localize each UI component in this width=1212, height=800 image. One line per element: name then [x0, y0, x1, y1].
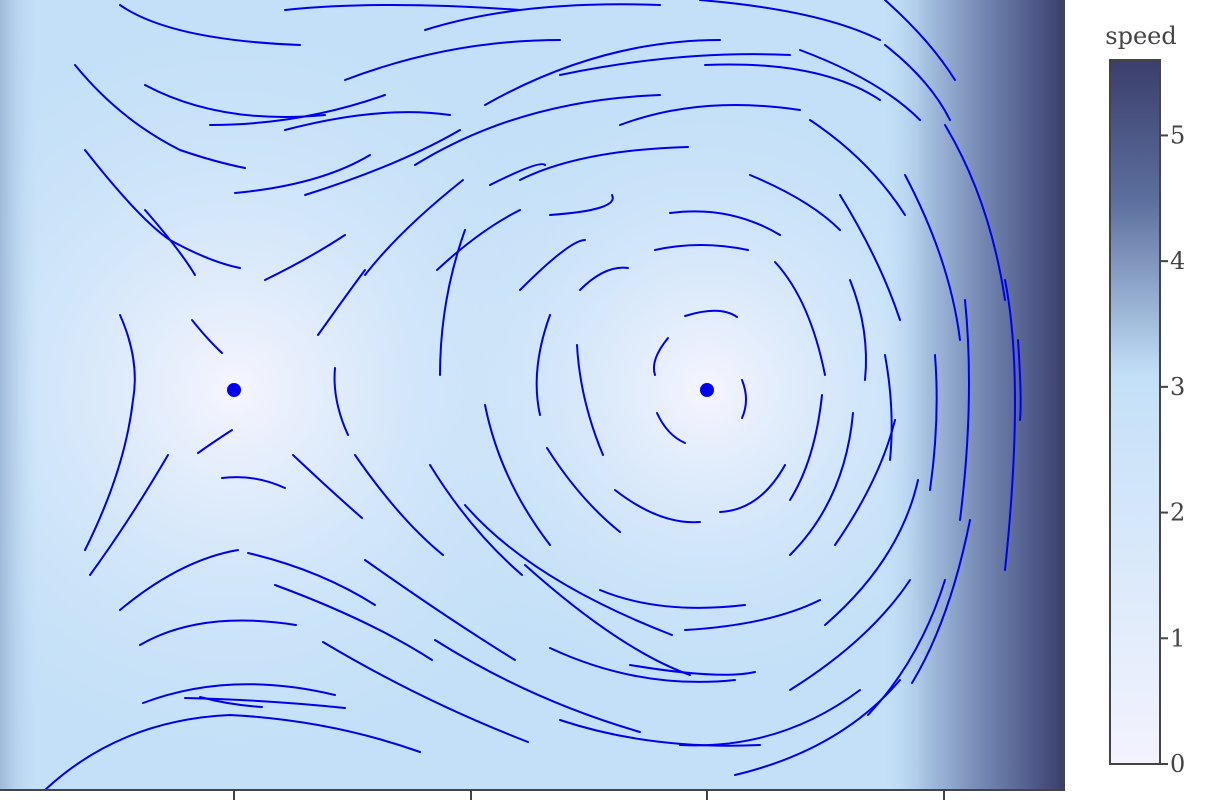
colorbar-title: speed [1105, 22, 1176, 50]
colorbar-tick-label: 0 [1170, 750, 1185, 778]
streamplot-chart: speed 0 1 2 3 4 5 [0, 0, 1185, 800]
colorbar-tick-label: 1 [1170, 624, 1185, 652]
colorbar-ticks: 0 1 2 3 4 5 [1160, 121, 1185, 778]
colorbar: speed 0 1 2 3 4 5 [1105, 22, 1185, 778]
colorbar-tick-label: 4 [1170, 247, 1185, 275]
speed-field [0, 0, 1064, 790]
colorbar-gradient [1109, 59, 1161, 765]
colorbar-tick-label: 2 [1170, 499, 1185, 527]
colorbar-tick-label: 5 [1170, 121, 1185, 149]
colorbar-tick-label: 3 [1170, 373, 1185, 401]
saddle-point-marker [227, 383, 241, 397]
x-axis-ticks [233, 790, 945, 800]
center-point-marker [700, 383, 714, 397]
